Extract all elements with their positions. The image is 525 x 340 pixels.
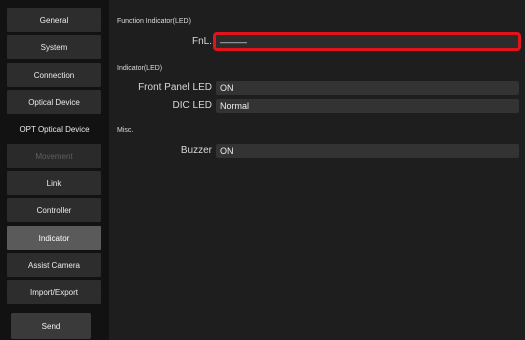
dic-led-label: DIC LED (172, 100, 212, 111)
function-indicator-header: Function Indicator(LED) (117, 18, 191, 25)
sidebar-item-general[interactable]: General (7, 8, 101, 32)
buzzer-select[interactable]: ON (216, 144, 519, 158)
sidebar-item-opt-optical-device[interactable]: OPT Optical Device (0, 117, 109, 141)
indicator-led-header: Indicator(LED) (117, 65, 163, 72)
dic-led-select[interactable]: Normal (216, 99, 519, 113)
buzzer-label: Buzzer (180, 145, 212, 156)
sidebar-item-connection[interactable]: Connection (7, 63, 101, 87)
sidebar-item-link[interactable]: Link (7, 171, 101, 195)
sidebar-item-controller[interactable]: Controller (7, 198, 101, 222)
fnl-field[interactable]: ——— (213, 32, 521, 51)
fnl-value: ——— (220, 37, 247, 47)
send-button[interactable]: Send (11, 313, 91, 339)
misc-header: Misc. (117, 127, 134, 134)
front-panel-led-label: Front Panel LED (138, 82, 212, 93)
sidebar-item-optical-device[interactable]: Optical Device (7, 90, 101, 114)
sidebar-item-assist-camera[interactable]: Assist Camera (7, 253, 101, 277)
sidebar-item-import-export[interactable]: Import/Export (7, 280, 101, 304)
sidebar-item-system[interactable]: System (7, 35, 101, 59)
sidebar: General System Connection Optical Device… (0, 0, 109, 340)
settings-app: General System Connection Optical Device… (0, 0, 525, 340)
fnl-label: FnL. (191, 36, 212, 47)
front-panel-led-select[interactable]: ON (216, 81, 519, 95)
sidebar-item-movement: Movement (7, 144, 101, 168)
sidebar-item-indicator[interactable]: Indicator (7, 226, 101, 250)
main-panel: Function Indicator(LED) FnL. ——— Indicat… (109, 0, 525, 340)
